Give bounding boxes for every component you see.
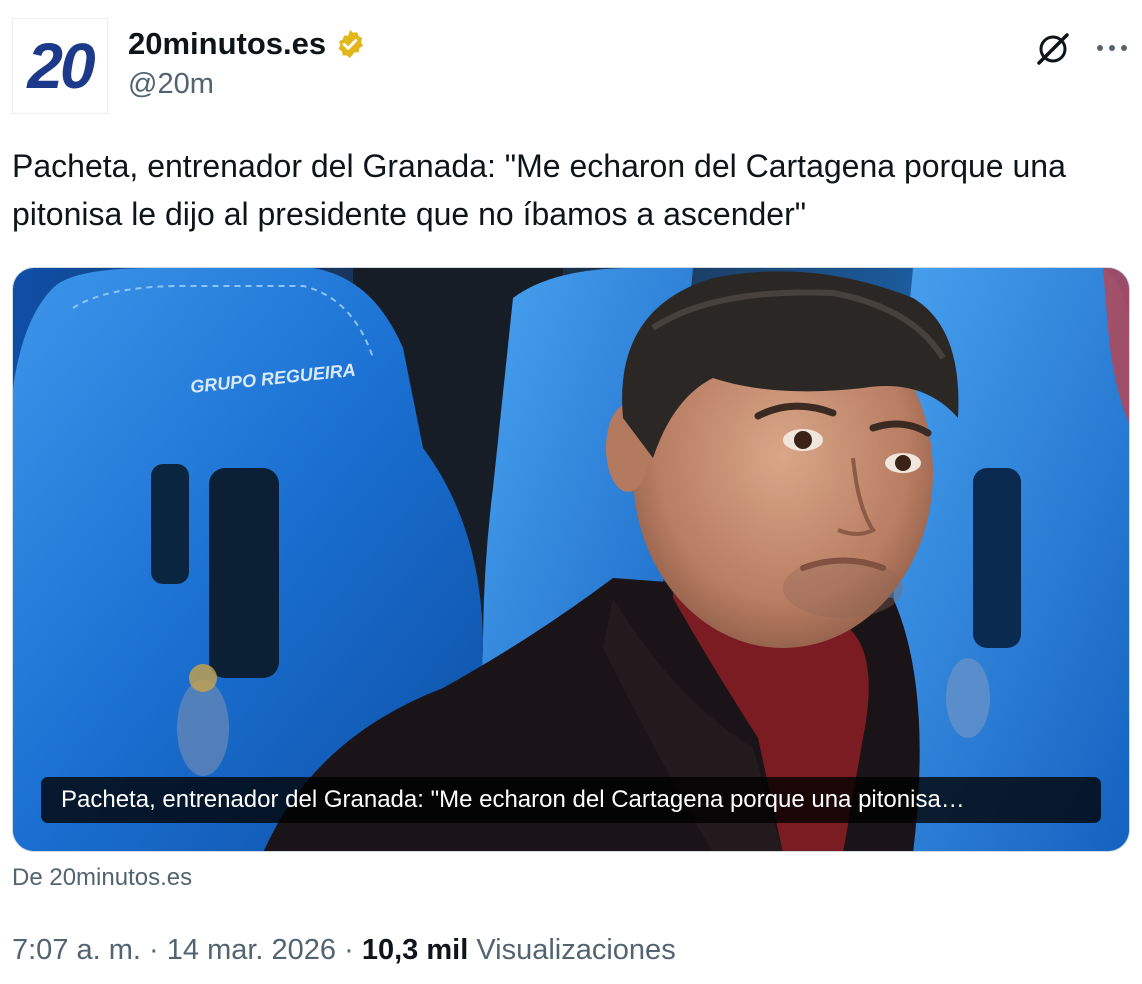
card-caption[interactable]: Pacheta, entrenador del Granada: "Me ech… (41, 777, 1101, 823)
views-label: Visualizaciones (476, 934, 676, 966)
grok-icon[interactable] (1034, 30, 1072, 68)
photo-coach-in-dugout: GRUPO REGUEIRA (13, 268, 1129, 851)
display-name[interactable]: 20minutos.es (128, 26, 326, 62)
card-source-link[interactable]: De 20minutos.es (12, 864, 192, 892)
meta-separator: · (344, 934, 354, 966)
tweet-time[interactable]: 7:07 a. m. (12, 934, 141, 966)
views-count: 10,3 mil (361, 934, 469, 966)
tweet-text: Pacheta, entrenador del Granada: "Me ech… (12, 148, 1066, 232)
verified-badge-icon (338, 30, 364, 58)
avatar[interactable]: 20 (12, 18, 108, 114)
link-card-image[interactable]: GRUPO REGUEIRA (12, 267, 1130, 852)
author-handle[interactable]: @20m (128, 68, 214, 101)
author-name-row: 20minutos.es (128, 26, 366, 62)
avatar-logo-text: 20 (27, 30, 95, 102)
more-options-icon[interactable] (1094, 36, 1130, 60)
tweet-meta: 7:07 a. m. · 14 mar. 2026 · 10,3 mil Vis… (12, 934, 676, 967)
tweet-date[interactable]: 14 mar. 2026 (167, 934, 336, 966)
meta-separator: · (149, 934, 159, 966)
